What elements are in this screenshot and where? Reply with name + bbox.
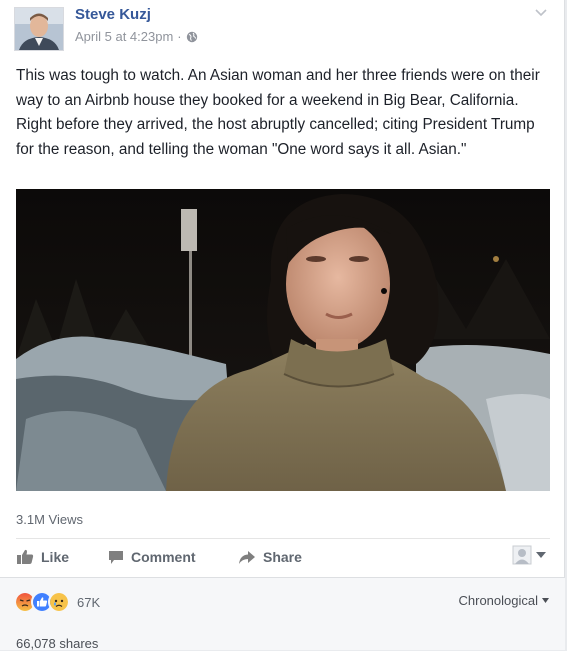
share-label: Share	[263, 549, 302, 565]
reactions-footer: 67K Chronological 66,078 shares	[0, 577, 565, 651]
caret-down-icon	[536, 552, 546, 558]
sort-selected-label: Chronological	[458, 593, 539, 608]
post-body: This was tough to watch. An Asian woman …	[16, 67, 540, 158]
post-timestamp[interactable]: April 5 at 4:23pm	[75, 29, 173, 44]
view-count: 3.1M Views	[16, 512, 83, 527]
video-player[interactable]	[16, 189, 550, 491]
comment-button[interactable]: Comment	[108, 549, 196, 565]
author-name[interactable]: Steve Kuzj	[75, 6, 151, 23]
sad-reaction-icon	[48, 591, 70, 613]
meta-separator: ·	[177, 29, 182, 44]
post-text: This was tough to watch. An Asian woman …	[16, 64, 552, 162]
avatar[interactable]	[14, 7, 64, 51]
post-card: Steve Kuzj April 5 at 4:23pm · This was …	[0, 0, 565, 651]
video-frame	[16, 189, 550, 491]
like-button[interactable]: Like	[16, 549, 69, 565]
share-count[interactable]: 66,078 shares	[16, 636, 98, 651]
post-options-chevron-icon[interactable]	[534, 8, 548, 18]
profile-photo	[15, 8, 63, 50]
share-arrow-icon	[239, 550, 255, 564]
profile-thumbnail-icon	[512, 545, 532, 565]
divider	[16, 538, 550, 539]
comment-icon	[109, 550, 123, 564]
share-audience-selector[interactable]	[512, 545, 546, 565]
thumbs-up-icon	[17, 549, 34, 564]
comment-sort-dropdown[interactable]: Chronological	[458, 593, 549, 608]
caret-down-icon	[542, 598, 549, 603]
comment-label: Comment	[131, 549, 196, 565]
share-button[interactable]: Share	[238, 549, 302, 565]
like-label: Like	[41, 549, 70, 565]
reaction-count: 67K	[77, 594, 101, 610]
reaction-summary[interactable]: 67K	[14, 591, 100, 613]
globe-icon[interactable]	[186, 31, 198, 43]
post-meta: April 5 at 4:23pm ·	[75, 29, 198, 44]
action-bar: Like Comment Share	[16, 543, 550, 573]
